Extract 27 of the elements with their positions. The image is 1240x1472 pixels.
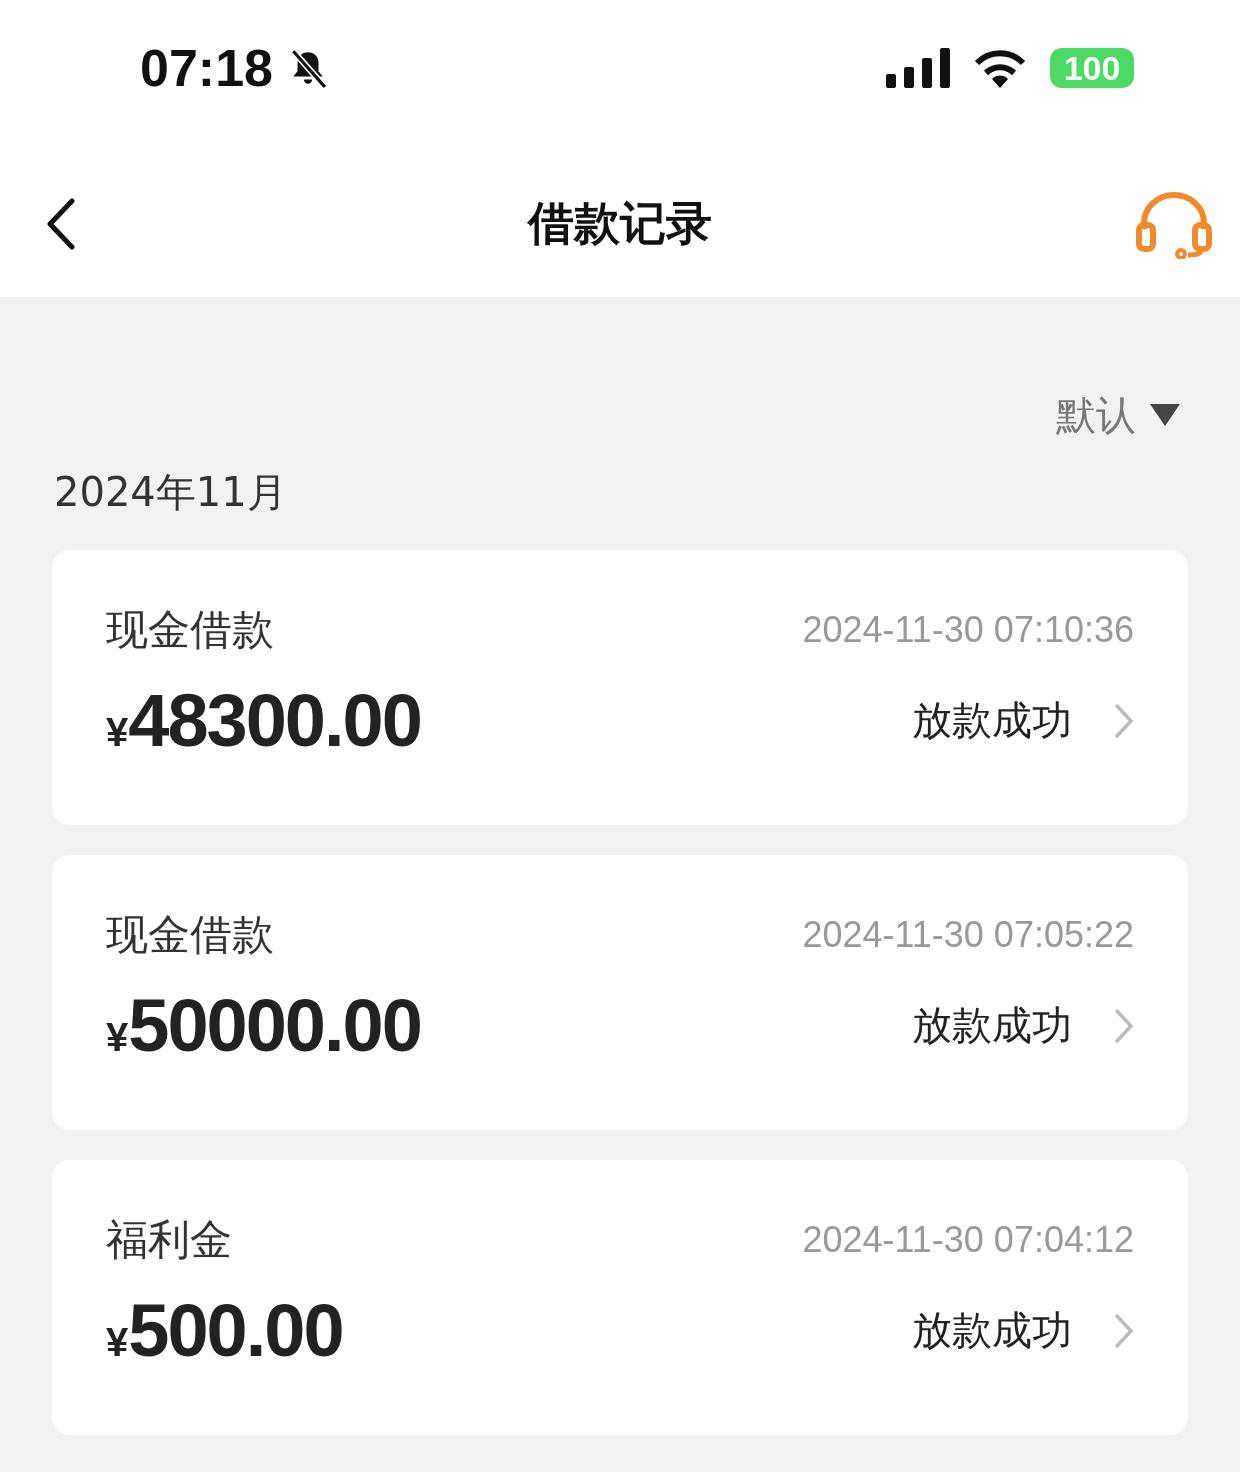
record-time: 2024-11-30 07:10:36	[802, 609, 1134, 651]
battery-icon: 100	[1050, 48, 1134, 88]
wifi-icon	[972, 48, 1028, 88]
page-title: 借款记录	[526, 194, 713, 252]
loan-type: 现金借款	[106, 909, 274, 961]
loan-type: 福利金	[106, 1214, 232, 1266]
loan-status: 放款成功	[912, 696, 1072, 745]
month-heading: 2024年11月	[54, 468, 288, 517]
sort-dropdown[interactable]: 默认	[1056, 385, 1188, 445]
loan-type: 现金借款	[106, 604, 274, 656]
chevron-right-icon	[1114, 1312, 1134, 1349]
status-time: 07:18	[140, 38, 273, 98]
back-icon[interactable]	[46, 197, 76, 250]
loan-record-card[interactable]: 现金借款 2024-11-30 07:10:36 ¥48300.00 放款成功	[52, 550, 1188, 825]
record-time: 2024-11-30 07:05:22	[802, 914, 1134, 956]
caret-down-icon	[1150, 404, 1180, 426]
chevron-right-icon	[1114, 702, 1134, 739]
loan-amount: ¥48300.00	[106, 678, 422, 763]
chevron-right-icon	[1114, 1007, 1134, 1044]
loan-status: 放款成功	[912, 1001, 1072, 1050]
loan-record-card[interactable]: 现金借款 2024-11-30 07:05:22 ¥50000.00 放款成功	[52, 855, 1188, 1130]
loan-record-card[interactable]: 福利金 2024-11-30 07:04:12 ¥500.00 放款成功	[52, 1160, 1188, 1435]
loan-amount: ¥500.00	[106, 1288, 344, 1373]
loan-status: 放款成功	[912, 1306, 1072, 1355]
signal-icon	[886, 48, 950, 88]
loan-amount: ¥50000.00	[106, 983, 422, 1068]
record-time: 2024-11-30 07:04:12	[802, 1219, 1134, 1261]
